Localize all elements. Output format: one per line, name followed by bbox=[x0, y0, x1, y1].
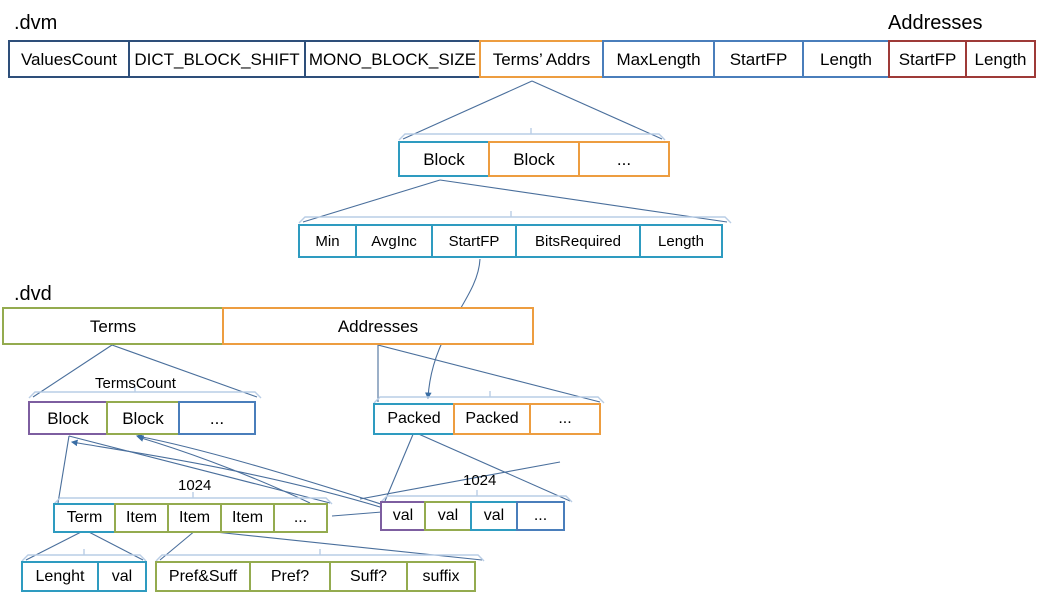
dvm-header-row-cell: Terms’ Addrs bbox=[479, 40, 604, 78]
cell-label: Lenght bbox=[35, 567, 85, 585]
cell-label: DICT_BLOCK_SHIFT bbox=[134, 49, 300, 69]
terms-count-label: TermsCount bbox=[95, 375, 176, 392]
cell-label: val bbox=[437, 507, 459, 524]
dvm-block-fields-row: Min AvgInc StartFP BitsRequired Length bbox=[298, 224, 723, 258]
dvd-packed-row-cell: Packed bbox=[373, 403, 455, 435]
dvd-vals-row-cell: ... bbox=[516, 501, 565, 531]
addresses-group-label: Addresses bbox=[888, 12, 983, 34]
cell-label: Block bbox=[423, 149, 465, 169]
cell-label: Length bbox=[974, 49, 1027, 69]
dvd-packed-row-cell: Packed bbox=[453, 403, 531, 435]
vals-1024-label: 1024 bbox=[463, 472, 497, 489]
dvd-term-fields-row-cell: Suff? bbox=[329, 561, 408, 592]
dvm-blocks-row-cell: ... bbox=[578, 141, 670, 177]
dvd-term-items-row-cell: ... bbox=[273, 503, 328, 533]
dvm-block-fields-row-cell: StartFP bbox=[431, 224, 517, 258]
dvd-term-blocks-row-cell: Block bbox=[106, 401, 180, 435]
cell-label: StartFP bbox=[729, 49, 788, 69]
dvm-blocks-row-cell: Block bbox=[488, 141, 580, 177]
dvd-vals-row-cell: val bbox=[470, 501, 518, 531]
cell-label: Pref&Suff bbox=[168, 567, 238, 585]
dvm-header-row-cell: DICT_BLOCK_SHIFT bbox=[128, 40, 306, 78]
dvd-term-fields-row-cell: Pref&Suff bbox=[155, 561, 251, 592]
dvm-header-row-cell: MaxLength bbox=[602, 40, 715, 78]
cell-label: Terms bbox=[89, 316, 137, 336]
dvm-block-fields-row-cell: BitsRequired bbox=[515, 224, 641, 258]
cell-label: Terms’ Addrs bbox=[492, 49, 591, 69]
dvd-header-row-cell: Terms bbox=[2, 307, 224, 345]
dvm-blocks-row: Block Block... bbox=[398, 141, 670, 177]
terms-1024-label: 1024 bbox=[178, 477, 212, 494]
diagram-canvas: .dvm Addresses .dvd TermsCount 1024 1024… bbox=[0, 0, 1044, 600]
dvd-term-fields-row-cell: Pref? bbox=[249, 561, 331, 592]
dvd-vals-row: val val val... bbox=[380, 501, 565, 531]
dvd-vals-row-cell: val bbox=[424, 501, 472, 531]
dvm-block-fields-row-cell: Length bbox=[639, 224, 723, 258]
dvm-header-row-cell: MONO_BLOCK_SIZE bbox=[304, 40, 481, 78]
cell-label: Block bbox=[122, 408, 164, 428]
cell-label: ... bbox=[558, 410, 572, 427]
dvd-term-blocks-row-cell: Block bbox=[28, 401, 108, 435]
cell-label: BitsRequired bbox=[535, 232, 621, 250]
dvd-term-fields-row-cell: suffix bbox=[406, 561, 476, 592]
cell-label: Item bbox=[125, 509, 158, 526]
dvd-packed-row-cell: ... bbox=[529, 403, 601, 435]
cell-label: StartFP bbox=[448, 232, 500, 250]
dvd-term-blocks-row-cell: ... bbox=[178, 401, 256, 435]
cell-label: ... bbox=[293, 509, 308, 526]
cell-label: MaxLength bbox=[616, 49, 701, 69]
dvm-header-row-cell: ValuesCount bbox=[8, 40, 130, 78]
cell-label: Block bbox=[513, 149, 555, 169]
dvd-header-row: Terms Addresses bbox=[2, 307, 534, 345]
dvm-header-row-cell: Length bbox=[965, 40, 1036, 78]
dvd-term-items-row-cell: Item bbox=[220, 503, 275, 533]
cell-label: ValuesCount bbox=[20, 49, 118, 69]
dvm-header-row-cell: StartFP bbox=[713, 40, 804, 78]
dvm-header-row-cell: StartFP bbox=[888, 40, 967, 78]
cell-label: ... bbox=[533, 507, 548, 524]
dvm-section-label: .dvm bbox=[14, 12, 58, 34]
cell-label: Item bbox=[178, 509, 211, 526]
dvd-term-items-row-cell: Item bbox=[114, 503, 169, 533]
cell-label: Term bbox=[66, 509, 103, 526]
cell-label: ... bbox=[209, 408, 225, 428]
dvd-term-items-row: Term Item Item Item... bbox=[53, 503, 328, 533]
dvd-item-fields-row-cell: val bbox=[97, 561, 147, 592]
cell-label: Packed bbox=[465, 410, 519, 427]
dvm-blocks-row-cell: Block bbox=[398, 141, 490, 177]
cell-label: val bbox=[392, 507, 414, 524]
cell-label: val bbox=[111, 567, 133, 585]
cell-label: Addresses bbox=[337, 316, 419, 336]
cell-label: Length bbox=[820, 49, 872, 69]
dvd-term-fields-row: Pref&Suff Pref? Suff? suffix bbox=[155, 561, 476, 592]
dvd-term-items-row-cell: Item bbox=[167, 503, 222, 533]
cell-label: Item bbox=[231, 509, 264, 526]
cell-label: AvgInc bbox=[371, 232, 417, 250]
cell-label: Length bbox=[658, 232, 704, 250]
dvd-term-items-row-cell: Term bbox=[53, 503, 116, 533]
dvd-item-fields-row-cell: Lenght bbox=[21, 561, 99, 592]
cell-label: StartFP bbox=[898, 49, 957, 69]
dvd-section-label: .dvd bbox=[14, 283, 52, 305]
cell-label: val bbox=[483, 507, 505, 524]
cell-label: suffix bbox=[422, 567, 460, 585]
dvd-header-row-cell: Addresses bbox=[222, 307, 534, 345]
cell-label: MONO_BLOCK_SIZE bbox=[308, 49, 477, 69]
cell-label: Suff? bbox=[349, 567, 388, 585]
cell-label: Pref? bbox=[270, 567, 310, 585]
dvd-vals-row-cell: val bbox=[380, 501, 426, 531]
dvd-item-fields-row: Lenght val bbox=[21, 561, 147, 592]
dvm-header-row: ValuesCount DICT_BLOCK_SHIFT MONO_BLOCK_SI… bbox=[8, 40, 1036, 78]
cell-label: Min bbox=[315, 232, 340, 250]
cell-label: Block bbox=[47, 408, 89, 428]
dvm-header-row-cell: Length bbox=[802, 40, 890, 78]
dvm-block-fields-row-cell: Min bbox=[298, 224, 357, 258]
cell-label: ... bbox=[616, 149, 632, 169]
dvm-block-fields-row-cell: AvgInc bbox=[355, 224, 433, 258]
cell-label: Packed bbox=[387, 410, 441, 427]
dvd-packed-row: Packed Packed... bbox=[373, 403, 601, 435]
dvd-term-blocks-row: Block Block... bbox=[28, 401, 256, 435]
